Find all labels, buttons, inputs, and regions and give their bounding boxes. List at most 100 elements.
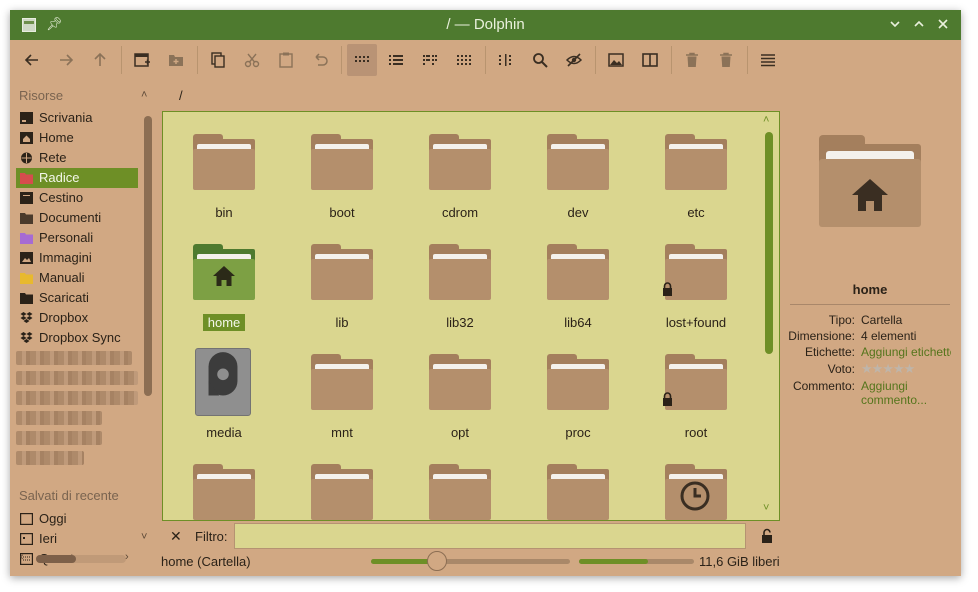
icons-view-button[interactable] [347, 44, 377, 76]
sidebar-item-personali[interactable]: Personali [16, 228, 138, 248]
file-item[interactable]: root [641, 342, 751, 446]
sidebar-item-documenti[interactable]: Documenti [16, 208, 138, 228]
compact-view-button[interactable] [415, 44, 445, 76]
title-bar[interactable]: 📌︎ / — Dolphin [10, 10, 961, 40]
scroll-right-arrow[interactable]: › [125, 551, 129, 563]
rating-stars[interactable]: ★★★★★ [861, 362, 915, 376]
paste-button[interactable] [271, 44, 301, 76]
maximize-button[interactable] [909, 15, 929, 35]
places-scrollbar[interactable] [144, 116, 152, 396]
pictures-icon [20, 252, 33, 264]
details-view-button[interactable] [381, 44, 411, 76]
sidebar-item-dropbox[interactable]: Dropbox [16, 308, 138, 328]
file-item[interactable] [523, 452, 633, 520]
sidebar-item-rete[interactable]: Rete [16, 148, 138, 168]
file-item[interactable]: proc [523, 342, 633, 446]
arrow-up-icon [94, 52, 106, 66]
sidebar-item-manuali[interactable]: Manuali [16, 268, 138, 288]
toolbar-separator [197, 46, 198, 74]
file-item[interactable]: boot [287, 122, 397, 226]
sidebar-item-scaricati[interactable]: Scaricati [16, 288, 138, 308]
folder-icon [547, 464, 609, 520]
file-item[interactable] [169, 452, 279, 520]
new-folder-icon [169, 55, 183, 66]
home-folder-icon [193, 244, 255, 302]
file-item[interactable]: dev [523, 122, 633, 226]
blurred-place-entry[interactable] [16, 371, 138, 385]
file-item[interactable]: bin [169, 122, 279, 226]
grid-view-button[interactable] [449, 44, 479, 76]
forward-button[interactable] [51, 44, 81, 76]
delete-button[interactable] [711, 44, 741, 76]
menu-button[interactable] [753, 44, 783, 76]
places-horizontal-scroll-thumb[interactable] [36, 555, 76, 563]
file-item[interactable] [641, 452, 751, 520]
columns-view-button[interactable] [491, 44, 521, 76]
file-name: boot [329, 205, 355, 220]
sidebar-item-label: Scrivania [39, 110, 93, 125]
preview-button[interactable] [601, 44, 631, 76]
file-view[interactable]: ˄ ˅ bin boot cdrom dev etc home lib lib32 lib64 l… [162, 111, 780, 521]
sidebar-item-dropbox-sync[interactable]: Dropbox Sync [16, 328, 138, 348]
cut-button[interactable] [237, 44, 267, 76]
file-item[interactable]: mnt [287, 342, 397, 446]
sidebar-item-radice[interactable]: Radice [16, 168, 138, 188]
filter-input[interactable] [234, 523, 746, 549]
sidebar-item-immagini[interactable]: Immagini [16, 248, 138, 268]
file-item[interactable]: opt [405, 342, 515, 446]
trash-button[interactable] [677, 44, 707, 76]
hidden-files-button[interactable] [559, 44, 589, 76]
file-item[interactable]: media [169, 342, 279, 446]
folder-icon [547, 134, 609, 192]
file-item[interactable] [287, 452, 397, 520]
paste-icon [279, 52, 293, 68]
minimize-button[interactable] [885, 15, 905, 35]
view-scroll-down-arrow[interactable]: ˅ [763, 502, 769, 514]
sidebar-item-home[interactable]: Home [16, 128, 138, 148]
file-item[interactable]: lib64 [523, 232, 633, 336]
file-item[interactable]: cdrom [405, 122, 515, 226]
zoom-slider-handle[interactable] [427, 551, 447, 571]
file-name: media [206, 425, 242, 440]
blurred-place-entry[interactable] [16, 451, 84, 465]
home-icon [20, 132, 33, 144]
up-button[interactable] [85, 44, 115, 76]
sidebar-item-ieri[interactable]: Ieri [16, 529, 138, 549]
scroll-up-arrow[interactable]: ˄ [141, 89, 147, 101]
new-tab-button[interactable] [127, 44, 157, 76]
add-comment-link[interactable]: Aggiungi commento... [861, 379, 931, 407]
sidebar-item-scrivania[interactable]: Scrivania [16, 108, 138, 128]
blurred-place-entry[interactable] [16, 411, 102, 425]
file-name: lib32 [446, 315, 474, 330]
file-item[interactable]: lost+found [641, 232, 751, 336]
window-title: / — Dolphin [446, 16, 525, 33]
file-item[interactable]: lib [287, 232, 397, 336]
breadcrumb[interactable]: / [179, 88, 183, 103]
copy-button[interactable] [203, 44, 233, 76]
sidebar-item-oggi[interactable]: Oggi [16, 509, 138, 529]
blurred-place-entry[interactable] [16, 351, 132, 365]
view-scroll-up-arrow[interactable]: ˄ [763, 114, 769, 126]
sidebar-item-label: Oggi [39, 511, 67, 526]
close-filter-icon[interactable]: ✕ [170, 528, 182, 545]
view-scrollbar[interactable] [765, 132, 773, 354]
file-item[interactable]: etc [641, 122, 751, 226]
blurred-place-entry[interactable] [16, 431, 102, 445]
file-name: mnt [331, 425, 353, 440]
file-item[interactable]: lib32 [405, 232, 515, 336]
scroll-down-arrow[interactable]: ˅ [141, 531, 147, 543]
close-button[interactable] [933, 15, 953, 35]
folder-icon [665, 134, 727, 192]
back-button[interactable] [17, 44, 47, 76]
split-view-button[interactable] [635, 44, 665, 76]
blurred-place-entry[interactable] [16, 391, 138, 405]
add-tags-link[interactable]: Aggiungi etichette [861, 345, 951, 359]
sidebar-item-cestino[interactable]: Cestino [16, 188, 138, 208]
scroll-left-arrow[interactable]: ‹ [20, 551, 24, 563]
new-folder-button[interactable] [161, 44, 191, 76]
lock-icon[interactable] [761, 528, 773, 544]
file-item[interactable]: home [169, 232, 279, 336]
undo-button[interactable] [305, 44, 335, 76]
file-item[interactable] [405, 452, 515, 520]
search-button[interactable] [525, 44, 555, 76]
